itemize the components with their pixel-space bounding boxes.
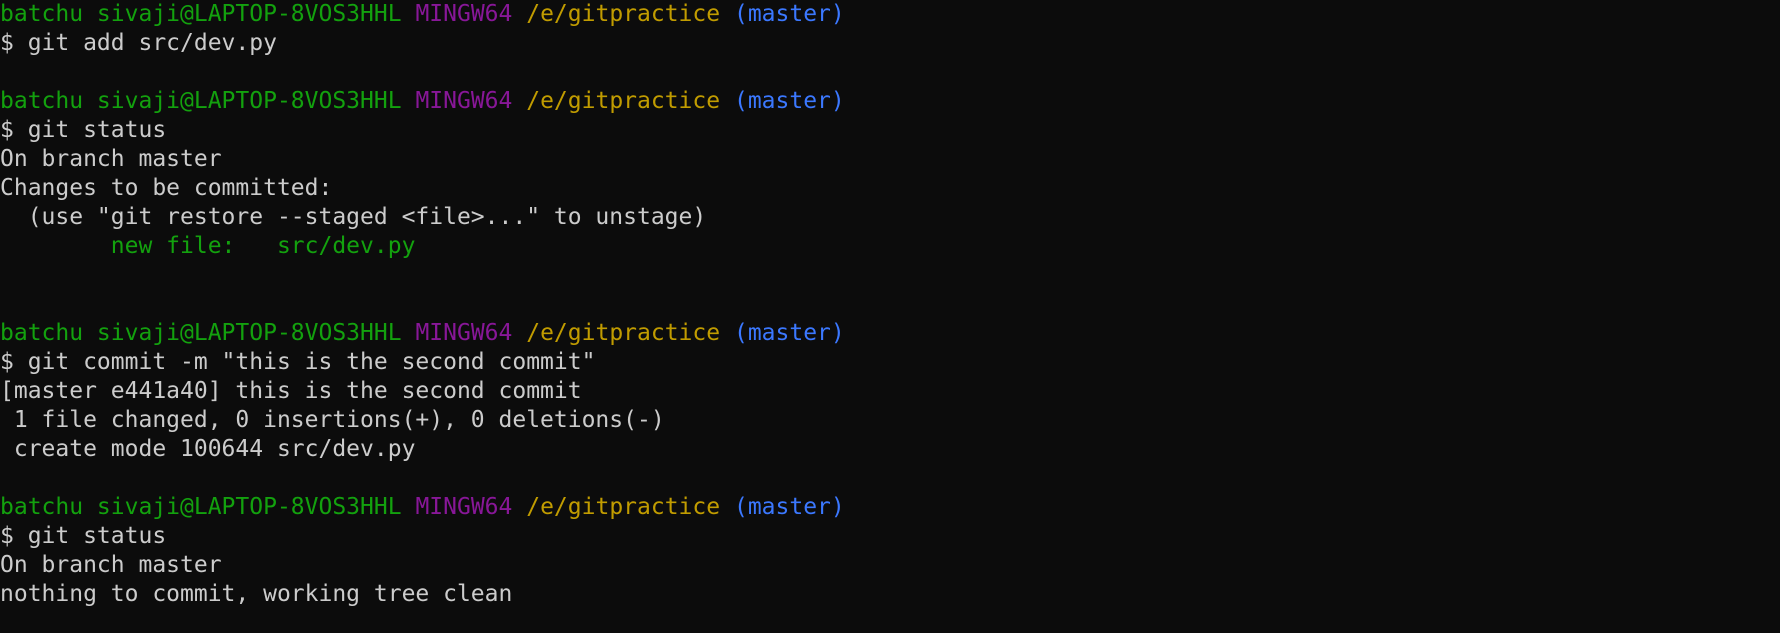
output-line-text: (use "git restore --staged <file>..." to… bbox=[0, 204, 707, 230]
output-line: create mode 100644 src/dev.py bbox=[0, 435, 1780, 464]
output-line-text: nothing to commit, working tree clean bbox=[0, 581, 513, 607]
command-line: $ git status bbox=[0, 522, 1780, 551]
command-line: $ git add src/dev.py bbox=[0, 29, 1780, 58]
prompt-line: batchu sivaji@LAPTOP-8VOS3HHL MINGW64 /e… bbox=[0, 87, 1780, 116]
command-line-text: $ git status bbox=[0, 117, 167, 143]
prompt-user-host: batchu sivaji@LAPTOP-8VOS3HHL bbox=[0, 1, 402, 27]
output-line: On branch master bbox=[0, 551, 1780, 580]
command-line: $ git commit -m "this is the second comm… bbox=[0, 348, 1780, 377]
command-line-text: $ git status bbox=[0, 523, 167, 549]
prompt-env: MINGW64 bbox=[415, 320, 513, 346]
prompt-branch: (master) bbox=[733, 88, 845, 114]
prompt-user-host: batchu sivaji@LAPTOP-8VOS3HHL bbox=[0, 494, 402, 520]
prompt-env: MINGW64 bbox=[415, 1, 513, 27]
output-line: On branch master bbox=[0, 145, 1780, 174]
prompt-user-host: batchu sivaji@LAPTOP-8VOS3HHL bbox=[0, 320, 402, 346]
prompt-env: MINGW64 bbox=[415, 88, 513, 114]
command-line: $ git status bbox=[0, 116, 1780, 145]
staged-file-line-text: new file: src/dev.py bbox=[0, 233, 416, 259]
command-line-text: $ git add src/dev.py bbox=[0, 30, 277, 56]
output-line-text: On branch master bbox=[0, 146, 222, 172]
output-line-text: Changes to be committed: bbox=[0, 175, 333, 201]
prompt-user-host: batchu sivaji@LAPTOP-8VOS3HHL bbox=[0, 88, 402, 114]
output-line: (use "git restore --staged <file>..." to… bbox=[0, 203, 1780, 232]
prompt-branch: (master) bbox=[733, 494, 845, 520]
output-line-text: create mode 100644 src/dev.py bbox=[0, 436, 416, 462]
prompt-path: /e/gitpractice bbox=[526, 494, 721, 520]
prompt-line: batchu sivaji@LAPTOP-8VOS3HHL MINGW64 /e… bbox=[0, 0, 1780, 29]
terminal-window[interactable]: batchu sivaji@LAPTOP-8VOS3HHL MINGW64 /e… bbox=[0, 0, 1780, 633]
prompt-line: batchu sivaji@LAPTOP-8VOS3HHL MINGW64 /e… bbox=[0, 319, 1780, 348]
prompt-line: batchu sivaji@LAPTOP-8VOS3HHL MINGW64 /e… bbox=[0, 493, 1780, 522]
prompt-env: MINGW64 bbox=[415, 494, 513, 520]
prompt-path: /e/gitpractice bbox=[526, 1, 721, 27]
output-line: [master e441a40] this is the second comm… bbox=[0, 377, 1780, 406]
command-line-text: $ git commit -m "this is the second comm… bbox=[0, 349, 596, 375]
prompt-branch: (master) bbox=[733, 1, 845, 27]
staged-file-line: new file: src/dev.py bbox=[0, 232, 1780, 261]
output-line: 1 file changed, 0 insertions(+), 0 delet… bbox=[0, 406, 1780, 435]
output-line-text: 1 file changed, 0 insertions(+), 0 delet… bbox=[0, 407, 665, 433]
prompt-branch: (master) bbox=[733, 320, 845, 346]
prompt-path: /e/gitpractice bbox=[526, 320, 721, 346]
output-line: Changes to be committed: bbox=[0, 174, 1780, 203]
output-line-text: On branch master bbox=[0, 552, 222, 578]
prompt-path: /e/gitpractice bbox=[526, 88, 721, 114]
output-line-text: [master e441a40] this is the second comm… bbox=[0, 378, 582, 404]
output-line: nothing to commit, working tree clean bbox=[0, 580, 1780, 609]
